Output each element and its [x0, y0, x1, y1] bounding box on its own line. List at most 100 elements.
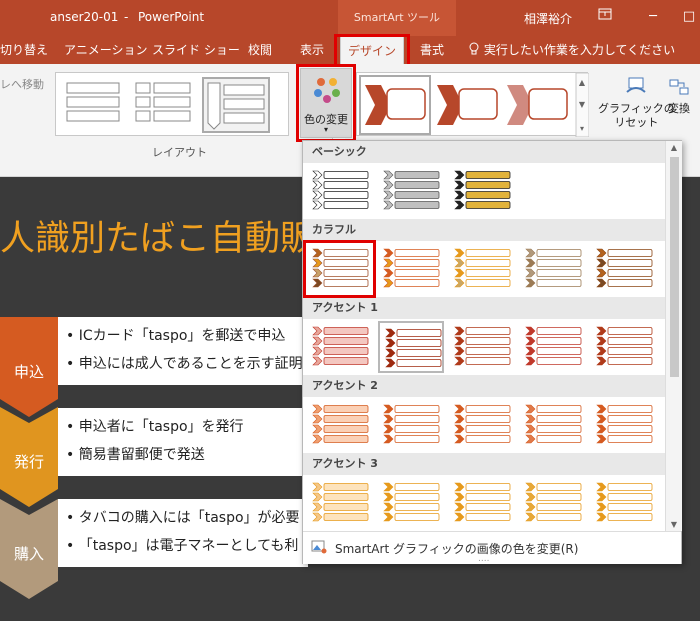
- color-option-4-3[interactable]: [449, 399, 515, 451]
- color-option-1-2[interactable]: [378, 165, 444, 217]
- scroll-down-icon[interactable]: ▼: [666, 520, 682, 529]
- color-option-5-4[interactable]: [520, 477, 586, 529]
- thumb-chevron: [383, 434, 394, 444]
- color-option-3-5[interactable]: [591, 321, 657, 373]
- thumb-box: [465, 201, 511, 209]
- colorful-option-highlight: [303, 240, 376, 298]
- thumb-box: [607, 483, 653, 491]
- resize-grip[interactable]: ....: [478, 554, 489, 564]
- tab-transitions[interactable]: 切り替え: [0, 36, 48, 64]
- thumb-chevron: [312, 404, 323, 414]
- color-option-1-3[interactable]: [449, 165, 515, 217]
- step-bullets-3[interactable]: • タバコの購入には「taspo」が必要 • 「taspo」は電子マネーとしても…: [58, 499, 308, 567]
- color-option-2-4[interactable]: [520, 243, 586, 295]
- color-option-4-1[interactable]: [307, 399, 373, 451]
- tab-animations[interactable]: アニメーション: [64, 36, 148, 64]
- tab-format[interactable]: 書式: [420, 36, 444, 64]
- reset-graphic-button[interactable]: グラフィックの リセット: [598, 76, 675, 130]
- thumb-box: [536, 415, 582, 423]
- thumb-box: [323, 493, 369, 501]
- slide-title[interactable]: 人識別たばこ自動販: [0, 210, 315, 261]
- thumb-chevron: [383, 268, 394, 278]
- thumb-box: [394, 279, 440, 287]
- color-option-5-2[interactable]: [378, 477, 444, 529]
- thumb-box: [323, 503, 369, 511]
- thumb-box: [465, 191, 511, 199]
- thumb-chevron: [596, 424, 607, 434]
- thumb-chevron: [454, 346, 465, 356]
- thumb-chevron: [596, 502, 607, 512]
- tab-review[interactable]: 校閲: [248, 36, 272, 64]
- reset-graphic-label-2: リセット: [614, 116, 659, 129]
- layout-option-1[interactable]: [59, 77, 127, 133]
- color-option-4-2[interactable]: [378, 399, 444, 451]
- thumb-box: [536, 405, 582, 413]
- convert-button[interactable]: 変換: [666, 76, 692, 116]
- layout-option-selected[interactable]: [202, 77, 270, 133]
- color-option-5-1[interactable]: [307, 477, 373, 529]
- thumb-box: [394, 249, 440, 257]
- step-bullets-2[interactable]: • 申込者に「taspo」を発行 • 簡易書留郵便で発送: [58, 408, 308, 476]
- thumb-box: [536, 357, 582, 365]
- thumb-box: [323, 357, 369, 365]
- step-chevron-2[interactable]: 発行: [0, 407, 58, 507]
- thumb-box: [607, 337, 653, 345]
- color-option-2-3[interactable]: [449, 243, 515, 295]
- thumb-box: [536, 425, 582, 433]
- thumb-box: [465, 327, 511, 335]
- thumb-chevron: [454, 268, 465, 278]
- scroll-thumb[interactable]: [670, 157, 679, 377]
- style-option-3[interactable]: [507, 85, 568, 125]
- tell-me-box[interactable]: 実行したい作業を入力してください: [468, 36, 675, 64]
- step-chevron-3[interactable]: 購入: [0, 499, 58, 599]
- color-option-5-5[interactable]: [591, 477, 657, 529]
- thumb-chevron: [525, 512, 536, 522]
- layout-option-2[interactable]: [130, 77, 198, 133]
- color-option-3-4[interactable]: [520, 321, 586, 373]
- thumb-chevron: [454, 170, 465, 180]
- thumb-box: [607, 425, 653, 433]
- recolor-pictures-option[interactable]: SmartArt グラフィックの画像の色を変更(R) ....: [303, 531, 681, 564]
- color-option-2-5[interactable]: [591, 243, 657, 295]
- thumb-chevron: [596, 434, 607, 444]
- style-option-1[interactable]: [359, 75, 431, 135]
- step-bullets-1[interactable]: • ICカード「taspo」を郵送で申込 • 申込には成人であることを示す証明: [58, 317, 308, 385]
- color-option-1-1[interactable]: [307, 165, 373, 217]
- color-option-2-2[interactable]: [378, 243, 444, 295]
- change-colors-dropdown: ベーシック カラフル アクセント 1 アクセント 2 アクセント 3 ▲ ▼ S…: [302, 140, 682, 564]
- section-colorful: カラフル: [303, 219, 665, 241]
- restore-button[interactable]: □: [678, 6, 700, 28]
- thumb-chevron: [596, 248, 607, 258]
- color-option-5-3[interactable]: [449, 477, 515, 529]
- thumb-box: [465, 249, 511, 257]
- thumb-chevron: [312, 190, 323, 200]
- color-option-3-2[interactable]: [378, 321, 444, 373]
- lightbulb-icon: [469, 42, 479, 55]
- thumb-box: [536, 269, 582, 277]
- thumb-chevron: [454, 326, 465, 336]
- thumb-chevron: [312, 356, 323, 366]
- color-option-3-3[interactable]: [449, 321, 515, 373]
- thumb-chevron: [525, 434, 536, 444]
- user-name[interactable]: 相澤裕介: [524, 10, 572, 27]
- color-option-3-1[interactable]: [307, 321, 373, 373]
- thumb-chevron: [385, 338, 396, 348]
- move-down-button[interactable]: レへ移動: [0, 76, 44, 92]
- tab-slideshow[interactable]: スライド ショー: [152, 36, 240, 64]
- thumb-box: [323, 347, 369, 355]
- thumb-box: [465, 347, 511, 355]
- style-option-2[interactable]: [437, 85, 498, 125]
- step-chevron-1[interactable]: 申込: [0, 317, 58, 417]
- ribbon-display-options-icon[interactable]: [594, 6, 616, 28]
- color-option-4-5[interactable]: [591, 399, 657, 451]
- thumb-box: [607, 259, 653, 267]
- color-option-4-4[interactable]: [520, 399, 586, 451]
- thumb-chevron: [596, 258, 607, 268]
- file-name: anser20-01: [50, 10, 119, 24]
- dropdown-scrollbar[interactable]: ▲ ▼: [665, 141, 682, 531]
- minimize-button[interactable]: ─: [642, 6, 664, 28]
- thumb-chevron: [383, 258, 394, 268]
- tab-view[interactable]: 表示: [300, 36, 324, 64]
- thumb-chevron: [596, 346, 607, 356]
- scroll-up-icon[interactable]: ▲: [666, 143, 682, 152]
